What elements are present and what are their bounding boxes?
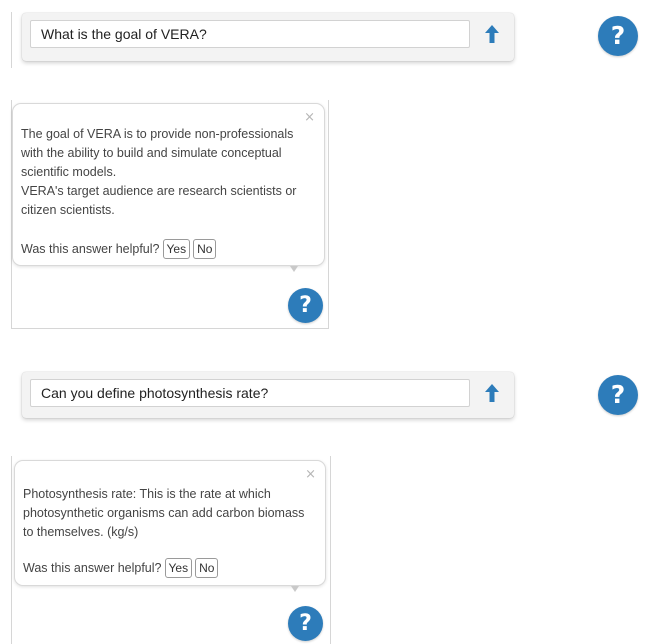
question-input[interactable]	[30, 20, 470, 48]
help-icon[interactable]: ?	[288, 288, 323, 323]
helpful-prompt: Was this answer helpful?	[23, 561, 162, 575]
yes-button[interactable]: Yes	[162, 239, 191, 259]
help-icon[interactable]: ?	[598, 375, 638, 415]
answer-text: The goal of VERA is to provide non-profe…	[21, 127, 297, 217]
answer-text: Photosynthesis rate: This is the rate at…	[23, 487, 305, 539]
no-button[interactable]: No	[195, 558, 219, 578]
answer-popover: × Photosynthesis rate: This is the rate …	[14, 460, 326, 586]
help-icon[interactable]: ?	[598, 16, 638, 56]
no-button[interactable]: No	[193, 239, 217, 259]
query-bar	[22, 13, 514, 61]
popover-tail	[290, 266, 298, 272]
close-icon[interactable]: ×	[304, 110, 315, 125]
help-icon[interactable]: ?	[288, 606, 323, 641]
arrow-up-icon[interactable]	[484, 383, 500, 403]
panel-border-left	[11, 12, 12, 68]
popover-tail	[291, 586, 299, 592]
arrow-up-icon[interactable]	[484, 24, 500, 44]
answer-popover: × The goal of VERA is to provide non-pro…	[12, 103, 325, 266]
close-icon[interactable]: ×	[305, 467, 316, 482]
helpful-prompt: Was this answer helpful?	[21, 242, 160, 256]
panel-border-right	[328, 100, 329, 329]
panel-border-right	[330, 456, 331, 644]
feedback-row: Was this answer helpful? Yes No	[21, 239, 217, 259]
yes-button[interactable]: Yes	[164, 558, 193, 578]
panel-border-bottom	[11, 328, 329, 329]
question-input[interactable]	[30, 379, 470, 407]
feedback-row: Was this answer helpful? Yes No	[23, 558, 219, 578]
panel-border-left	[11, 456, 12, 644]
query-bar	[22, 372, 514, 418]
